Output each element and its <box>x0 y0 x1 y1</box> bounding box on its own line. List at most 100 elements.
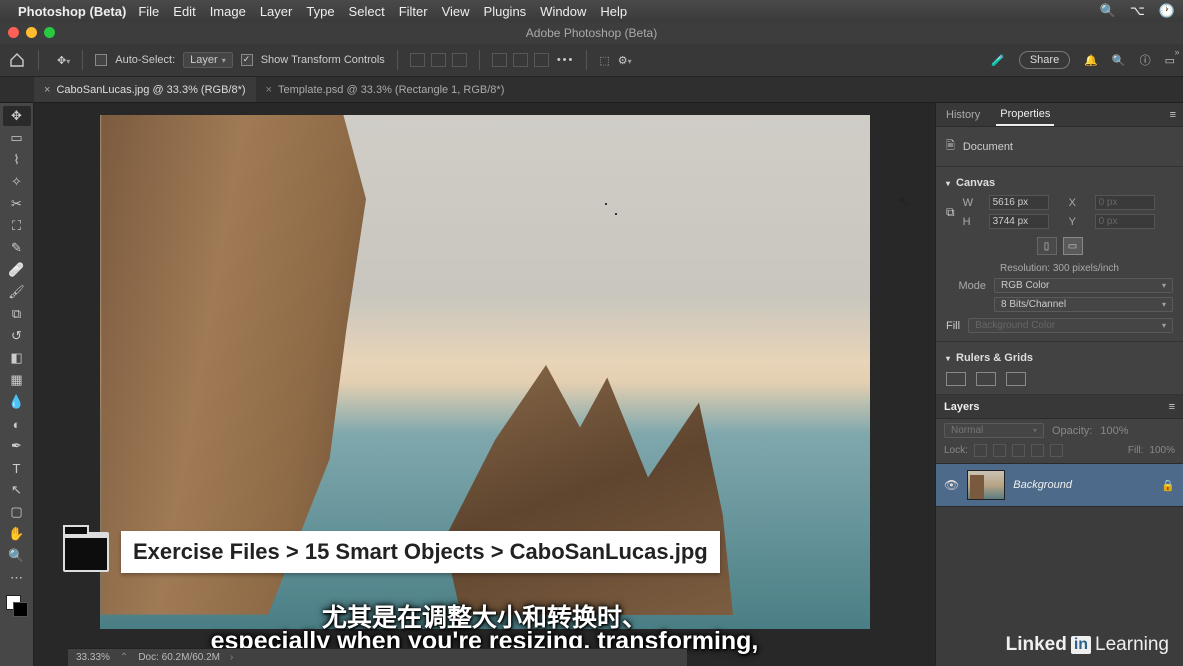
layer-fill-value[interactable]: 100% <box>1149 445 1175 456</box>
chevron-down-icon[interactable]: ▾ <box>946 179 950 188</box>
menu-window[interactable]: Window <box>540 4 586 19</box>
align-right-icon[interactable] <box>452 53 467 67</box>
shape-tool[interactable]: ▢ <box>3 502 31 522</box>
wand-tool[interactable]: ✧ <box>3 172 31 192</box>
edit-toolbar[interactable]: ⋯ <box>3 568 31 588</box>
maximize-window-button[interactable] <box>44 27 55 38</box>
lock-artboard-icon[interactable] <box>1012 444 1025 457</box>
layer-item[interactable]: 👁 Background 🔒 <box>936 463 1183 507</box>
brush-tool[interactable]: 🖌 <box>3 282 31 302</box>
document-tab-active[interactable]: × CaboSanLucas.jpg @ 33.3% (RGB/8*) <box>34 77 256 102</box>
eyedropper-tool[interactable]: ✎ <box>3 238 31 258</box>
lock-pixels-icon[interactable] <box>974 444 987 457</box>
type-tool[interactable]: T <box>3 458 31 478</box>
portrait-button[interactable]: ▯ <box>1037 237 1057 255</box>
help-icon[interactable]: ⓘ <box>1140 52 1151 68</box>
align-bottom-icon[interactable] <box>534 53 549 67</box>
align-center-v-icon[interactable] <box>513 53 528 67</box>
doc-info[interactable]: Doc: 60.2M/60.2M <box>138 652 220 663</box>
menu-filter[interactable]: Filter <box>399 4 428 19</box>
move-tool[interactable]: ✥ <box>3 106 31 126</box>
menu-type[interactable]: Type <box>306 4 334 19</box>
crop-tool[interactable]: ✂ <box>3 194 31 214</box>
frame-tool[interactable]: ⛶ <box>3 216 31 236</box>
layer-thumbnail[interactable] <box>967 470 1005 500</box>
path-tool[interactable]: ↖ <box>3 480 31 500</box>
mode-select[interactable]: RGB Color▾ <box>994 278 1173 293</box>
menu-edit[interactable]: Edit <box>173 4 195 19</box>
lasso-tool[interactable]: ⌇ <box>3 150 31 170</box>
zoom-tool[interactable]: 🔍 <box>3 546 31 566</box>
panel-menu-icon[interactable]: ≡ <box>1170 109 1177 121</box>
align-top-icon[interactable] <box>492 53 507 67</box>
opacity-value[interactable]: 100% <box>1100 425 1128 437</box>
app-name[interactable]: Photoshop (Beta) <box>18 4 126 19</box>
layer-name[interactable]: Background <box>1013 479 1153 491</box>
eraser-tool[interactable]: ◧ <box>3 348 31 368</box>
doc-info-caret-icon[interactable]: › <box>230 652 233 663</box>
stamp-tool[interactable]: ⧉ <box>3 304 31 324</box>
panel-menu-icon[interactable]: ≡ <box>1169 401 1175 413</box>
minimize-window-button[interactable] <box>26 27 37 38</box>
3d-mode-icon[interactable]: ⬚ <box>599 54 609 67</box>
menu-view[interactable]: View <box>442 4 470 19</box>
menu-help[interactable]: Help <box>600 4 627 19</box>
menu-file[interactable]: File <box>138 4 159 19</box>
guides-icon[interactable] <box>1006 372 1026 386</box>
history-brush-tool[interactable]: ↺ <box>3 326 31 346</box>
pen-tool[interactable]: ✒ <box>3 436 31 456</box>
close-tab-icon[interactable]: × <box>44 84 50 96</box>
gradient-tool[interactable]: ▦ <box>3 370 31 390</box>
more-options-icon[interactable]: ••• <box>557 54 575 66</box>
clock-icon[interactable]: 🕐 <box>1159 3 1175 19</box>
auto-select-checkbox[interactable] <box>95 54 107 66</box>
align-center-h-icon[interactable] <box>431 53 446 67</box>
tab-layers[interactable]: Layers <box>944 401 979 413</box>
zoom-level[interactable]: 33.33% <box>76 652 110 663</box>
landscape-button[interactable]: ▭ <box>1063 237 1083 255</box>
visibility-icon[interactable]: 👁 <box>944 478 959 492</box>
zoom-caret-icon[interactable]: ⌃ <box>120 652 128 663</box>
search-icon[interactable]: 🔍 <box>1112 54 1126 67</box>
close-window-button[interactable] <box>8 27 19 38</box>
canvas-area[interactable]: ↖ Exercise Files > 15 Smart Objects > Ca… <box>34 103 935 666</box>
lock-position-icon[interactable] <box>993 444 1006 457</box>
tab-properties[interactable]: Properties <box>996 104 1054 126</box>
auto-select-dropdown[interactable]: Layer▾ <box>183 52 233 68</box>
bell-icon[interactable]: 🔔 <box>1084 54 1098 67</box>
collapse-panels-icon[interactable]: » <box>1171 44 1183 59</box>
close-tab-icon[interactable]: × <box>266 84 272 96</box>
gear-icon[interactable]: ⚙▾ <box>618 54 632 67</box>
menu-layer[interactable]: Layer <box>260 4 293 19</box>
height-input[interactable] <box>989 214 1049 229</box>
share-button[interactable]: Share <box>1019 51 1070 69</box>
home-icon[interactable] <box>8 52 26 68</box>
grid-icon[interactable] <box>976 372 996 386</box>
link-icon[interactable]: ⧉ <box>946 205 955 220</box>
control-center-icon[interactable]: ⌥ <box>1130 3 1145 19</box>
menu-image[interactable]: Image <box>210 4 246 19</box>
chevron-down-icon[interactable]: ▾ <box>946 354 950 363</box>
beaker-icon[interactable]: 🧪 <box>991 54 1005 67</box>
menu-plugins[interactable]: Plugins <box>484 4 527 19</box>
align-left-icon[interactable] <box>410 53 425 67</box>
menu-select[interactable]: Select <box>349 4 385 19</box>
show-transform-checkbox[interactable] <box>241 54 253 66</box>
lock-icon[interactable]: 🔒 <box>1161 479 1175 492</box>
color-swatches[interactable] <box>6 595 28 617</box>
lock-icon[interactable] <box>1050 444 1063 457</box>
blur-tool[interactable]: 💧 <box>3 392 31 412</box>
width-input[interactable] <box>989 195 1049 210</box>
blend-mode-select[interactable]: Normal▾ <box>944 423 1044 438</box>
document-tab[interactable]: × Template.psd @ 33.3% (Rectangle 1, RGB… <box>256 77 515 102</box>
bits-select[interactable]: 8 Bits/Channel▾ <box>994 297 1173 312</box>
dodge-tool[interactable]: ◐ <box>3 414 31 434</box>
fill-select[interactable]: Background Color▾ <box>968 318 1173 333</box>
spotlight-icon[interactable]: 🔍 <box>1100 3 1116 19</box>
lock-all-icon[interactable] <box>1031 444 1044 457</box>
marquee-tool[interactable]: ▭ <box>3 128 31 148</box>
hand-tool[interactable]: ✋ <box>3 524 31 544</box>
healing-tool[interactable]: 🩹 <box>3 260 31 280</box>
ruler-icon[interactable] <box>946 372 966 386</box>
tab-history[interactable]: History <box>942 105 984 125</box>
